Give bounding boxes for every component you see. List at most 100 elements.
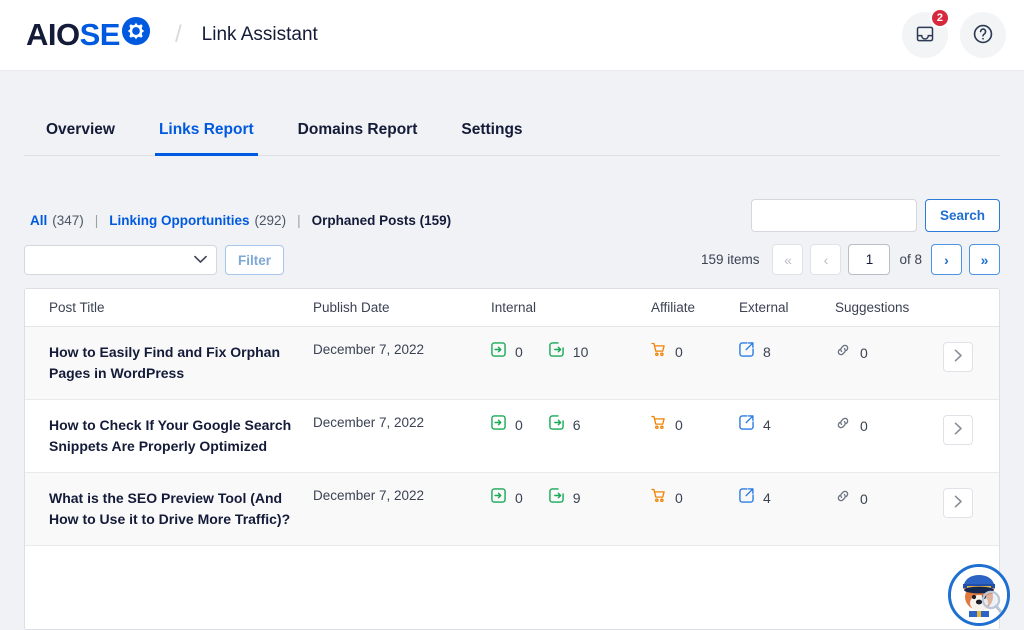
logo-text-aio: AIO: [26, 17, 80, 52]
affiliate-metric: 0: [651, 415, 739, 435]
internal-inbound-count: 0: [515, 344, 523, 360]
arrow-into-box-icon: [491, 488, 506, 508]
filter-toolbar: Filter: [24, 245, 285, 275]
status-filter-links: All (347) | Linking Opportunities (292) …: [30, 213, 451, 228]
suggestions-metric: 0: [835, 342, 931, 363]
arrow-out-of-box-icon: [549, 488, 564, 508]
internal-outbound-metric: 6: [549, 415, 581, 435]
external-link-icon: [739, 342, 754, 362]
internal-inbound-metric: 0: [491, 415, 523, 435]
row-expand-button[interactable]: [943, 488, 973, 518]
logo[interactable]: AIO SE / Link Assistant: [26, 16, 318, 54]
main-tabs: Overview Links Report Domains Report Set…: [24, 96, 1000, 156]
filter-select[interactable]: [24, 245, 217, 275]
next-page-button[interactable]: ›: [931, 244, 962, 275]
suggestions-count: 0: [860, 490, 868, 507]
tab-overview[interactable]: Overview: [24, 121, 137, 155]
tab-links-report[interactable]: Links Report: [137, 121, 276, 156]
chevron-right-icon: [954, 422, 963, 438]
filter-count-linking-opportunities: (292): [254, 213, 287, 228]
post-title-link[interactable]: How to Check If Your Google Search Snipp…: [49, 415, 313, 457]
filter-link-all[interactable]: All: [30, 213, 47, 228]
table-row: How to Check If Your Google Search Snipp…: [25, 400, 999, 473]
breadcrumb-separator: /: [174, 21, 182, 48]
affiliate-metric: 0: [651, 488, 739, 508]
arrow-out-of-box-icon: [549, 342, 564, 362]
tab-domains-report[interactable]: Domains Report: [276, 121, 440, 155]
publish-date: December 7, 2022: [313, 488, 425, 503]
links-table: Post Title Publish Date Internal Affilia…: [24, 288, 1000, 630]
chevron-right-icon: [954, 349, 963, 365]
aioseo-logo: AIO SE: [26, 16, 151, 54]
logo-text-seo: SE: [79, 17, 121, 52]
internal-outbound-count: 6: [572, 417, 581, 433]
external-link-icon: [739, 415, 754, 435]
affiliate-metric: 0: [651, 342, 739, 362]
total-pages-label: of 8: [899, 252, 922, 267]
internal-inbound-count: 0: [515, 417, 523, 433]
suggestions-metric: 0: [835, 488, 931, 509]
app-window: AIO SE / Link Assistant 2 Overview Links…: [0, 0, 1024, 630]
gear-icon: [121, 16, 151, 54]
filter-link-linking-opportunities[interactable]: Linking Opportunities: [109, 213, 249, 228]
question-mark-icon: [972, 23, 994, 48]
arrow-into-box-icon: [491, 342, 506, 362]
search-area: Search: [750, 199, 1000, 232]
suggestions-metric: 0: [835, 415, 931, 436]
pagination: 159 items « ‹ of 8 › »: [701, 244, 1000, 275]
external-count: 4: [763, 490, 771, 506]
column-header-external: External: [739, 300, 789, 315]
publish-date: December 7, 2022: [313, 342, 425, 357]
table-row: What is the SEO Preview Tool (And How to…: [25, 473, 999, 546]
filter-link-orphaned-posts[interactable]: Orphaned Posts (159): [312, 213, 452, 228]
search-input[interactable]: [750, 199, 917, 232]
items-count: 159 items: [700, 252, 760, 267]
shopping-cart-icon: [651, 488, 666, 508]
column-header-affiliate: Affiliate: [651, 300, 696, 315]
external-link-icon: [739, 488, 754, 508]
internal-outbound-count: 9: [572, 490, 581, 506]
notifications-button[interactable]: 2: [902, 8, 950, 58]
post-title-link[interactable]: How to Easily Find and Fix Orphan Pages …: [49, 342, 313, 384]
last-page-button[interactable]: »: [969, 244, 1000, 275]
filter-separator-2: |: [297, 213, 301, 228]
filter-button[interactable]: Filter: [225, 245, 285, 275]
notification-badge: 2: [929, 8, 950, 28]
affiliate-count: 0: [675, 417, 683, 433]
chevron-down-icon: [194, 251, 207, 269]
chain-link-icon: [835, 415, 851, 436]
top-bar: AIO SE / Link Assistant 2: [0, 0, 1024, 71]
shopping-cart-icon: [651, 342, 666, 362]
shopping-cart-icon: [651, 415, 666, 435]
suggestions-count: 0: [860, 344, 868, 361]
tab-settings[interactable]: Settings: [439, 121, 544, 155]
external-metric: 8: [739, 342, 835, 362]
arrow-out-of-box-icon: [549, 415, 564, 435]
column-header-internal: Internal: [491, 300, 537, 315]
prev-page-button[interactable]: ‹: [810, 244, 842, 275]
row-expand-button[interactable]: [943, 342, 973, 372]
arrow-into-box-icon: [491, 415, 506, 435]
column-header-publish-date: Publish Date: [313, 300, 390, 315]
internal-outbound-metric: 9: [549, 488, 581, 508]
internal-outbound-metric: 10: [549, 342, 588, 362]
column-header-post-title: Post Title: [49, 300, 105, 315]
page-title: Link Assistant: [201, 24, 318, 45]
support-chat-button[interactable]: [948, 564, 1010, 626]
post-title-link[interactable]: What is the SEO Preview Tool (And How to…: [49, 488, 313, 530]
help-button[interactable]: [960, 12, 1006, 58]
external-count: 8: [763, 344, 771, 360]
table-header-row: Post Title Publish Date Internal Affilia…: [25, 289, 999, 327]
row-expand-button[interactable]: [943, 415, 973, 445]
affiliate-count: 0: [675, 490, 683, 506]
table-row: How to Easily Find and Fix Orphan Pages …: [25, 327, 999, 400]
internal-inbound-count: 0: [515, 490, 523, 506]
internal-inbound-metric: 0: [491, 488, 523, 508]
first-page-button[interactable]: «: [772, 244, 804, 275]
page-number-input[interactable]: [848, 244, 891, 275]
inbox-icon: [915, 24, 935, 47]
chevron-right-icon: [954, 495, 963, 511]
publish-date: December 7, 2022: [313, 415, 425, 430]
search-button[interactable]: Search: [924, 199, 1000, 232]
external-metric: 4: [739, 415, 835, 435]
